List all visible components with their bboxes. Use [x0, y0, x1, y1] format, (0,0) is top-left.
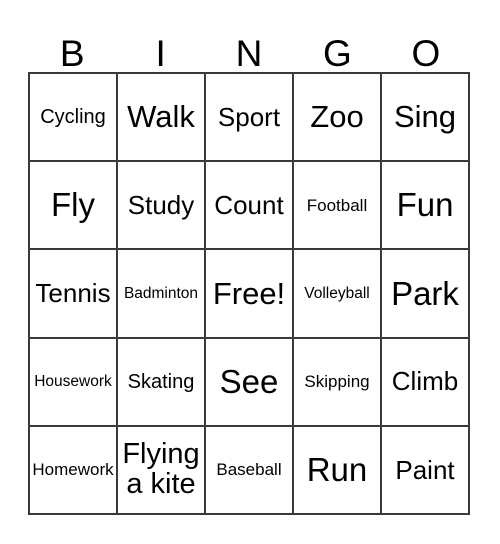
- bingo-header-letter-o: O: [382, 16, 470, 72]
- bingo-cell[interactable]: Flying a kite: [118, 426, 206, 516]
- bingo-cell-label: Skating: [127, 370, 195, 393]
- bingo-cell-label: Zoo: [310, 99, 364, 135]
- bingo-cell-label: Fun: [396, 186, 454, 224]
- bingo-cell-label: Free!: [212, 275, 286, 311]
- header-letter: G: [323, 33, 352, 74]
- bingo-cell-label: Park: [391, 274, 459, 312]
- bingo-cell-label: Cycling: [40, 105, 106, 128]
- bingo-cell[interactable]: Homework: [30, 426, 118, 516]
- bingo-cell[interactable]: Walk: [118, 74, 206, 163]
- bingo-cell[interactable]: Fun: [382, 162, 470, 251]
- bingo-grid: Cycling Walk Sport Zoo Sing Fly Study Co…: [28, 72, 470, 516]
- header-letter: N: [235, 33, 263, 74]
- bingo-row: Homework Flying a kite Baseball Run Pain…: [30, 426, 470, 516]
- bingo-cell[interactable]: Run: [294, 426, 382, 516]
- header-letter: I: [155, 33, 166, 74]
- bingo-cell[interactable]: Housework: [30, 338, 118, 427]
- bingo-cell[interactable]: Tennis: [30, 250, 118, 339]
- bingo-cell-label: Climb: [391, 366, 459, 397]
- bingo-cell-label: Paint: [395, 454, 455, 485]
- bingo-cell[interactable]: Badminton: [118, 250, 206, 339]
- bingo-cell[interactable]: Sing: [382, 74, 470, 163]
- bingo-cell-label: Sing: [393, 99, 457, 135]
- bingo-cell-free[interactable]: Free!: [206, 250, 294, 339]
- bingo-cell-label: Housework: [34, 372, 112, 390]
- bingo-cell[interactable]: Zoo: [294, 74, 382, 163]
- bingo-cell-label: Football: [306, 195, 368, 215]
- bingo-cell[interactable]: Baseball: [206, 426, 294, 516]
- bingo-row: Fly Study Count Football Fun: [30, 162, 470, 251]
- bingo-cell-label: Sport: [217, 101, 281, 132]
- bingo-cell[interactable]: Skipping: [294, 338, 382, 427]
- bingo-cell[interactable]: Fly: [30, 162, 118, 251]
- bingo-cell[interactable]: Skating: [118, 338, 206, 427]
- bingo-cell[interactable]: Paint: [382, 426, 470, 516]
- bingo-cell-label: Walk: [127, 99, 195, 135]
- bingo-cell-label: Fly: [51, 186, 95, 224]
- bingo-cell[interactable]: Count: [206, 162, 294, 251]
- bingo-cell-label: Skipping: [304, 372, 370, 392]
- bingo-row: Housework Skating See Skipping Climb: [30, 338, 470, 427]
- bingo-row: Tennis Badminton Free! Volleyball Park: [30, 250, 470, 339]
- bingo-row: Cycling Walk Sport Zoo Sing: [30, 74, 470, 163]
- bingo-cell[interactable]: Cycling: [30, 74, 118, 163]
- bingo-header-letter-i: I: [116, 16, 204, 72]
- bingo-cell[interactable]: Football: [294, 162, 382, 251]
- bingo-card: B I N G O Cycling Walk Sport Zoo Sing Fl…: [0, 0, 500, 544]
- bingo-header-letter-n: N: [205, 16, 293, 72]
- bingo-header-letter-b: B: [28, 16, 116, 72]
- bingo-cell[interactable]: Sport: [206, 74, 294, 163]
- bingo-cell-label: Count: [214, 190, 284, 221]
- bingo-cell-label: Badminton: [123, 284, 199, 302]
- bingo-cell[interactable]: Study: [118, 162, 206, 251]
- bingo-cell-label: Run: [306, 451, 368, 489]
- bingo-cell-label: Flying a kite: [122, 438, 200, 500]
- bingo-cell-label: Study: [127, 190, 195, 221]
- bingo-header-letter-g: G: [293, 16, 381, 72]
- bingo-cell[interactable]: Climb: [382, 338, 470, 427]
- header-letter: O: [411, 33, 441, 74]
- bingo-cell-label: Tennis: [35, 278, 111, 309]
- bingo-cell-label: Volleyball: [304, 284, 370, 302]
- bingo-cell[interactable]: See: [206, 338, 294, 427]
- bingo-header-letters: B I N G O: [28, 16, 470, 72]
- bingo-cell-label: Baseball: [216, 460, 282, 480]
- bingo-cell-label: Homework: [32, 460, 114, 480]
- bingo-cell[interactable]: Volleyball: [294, 250, 382, 339]
- bingo-cell[interactable]: Park: [382, 250, 470, 339]
- bingo-cell-label: See: [219, 362, 279, 400]
- header-letter: B: [59, 33, 85, 74]
